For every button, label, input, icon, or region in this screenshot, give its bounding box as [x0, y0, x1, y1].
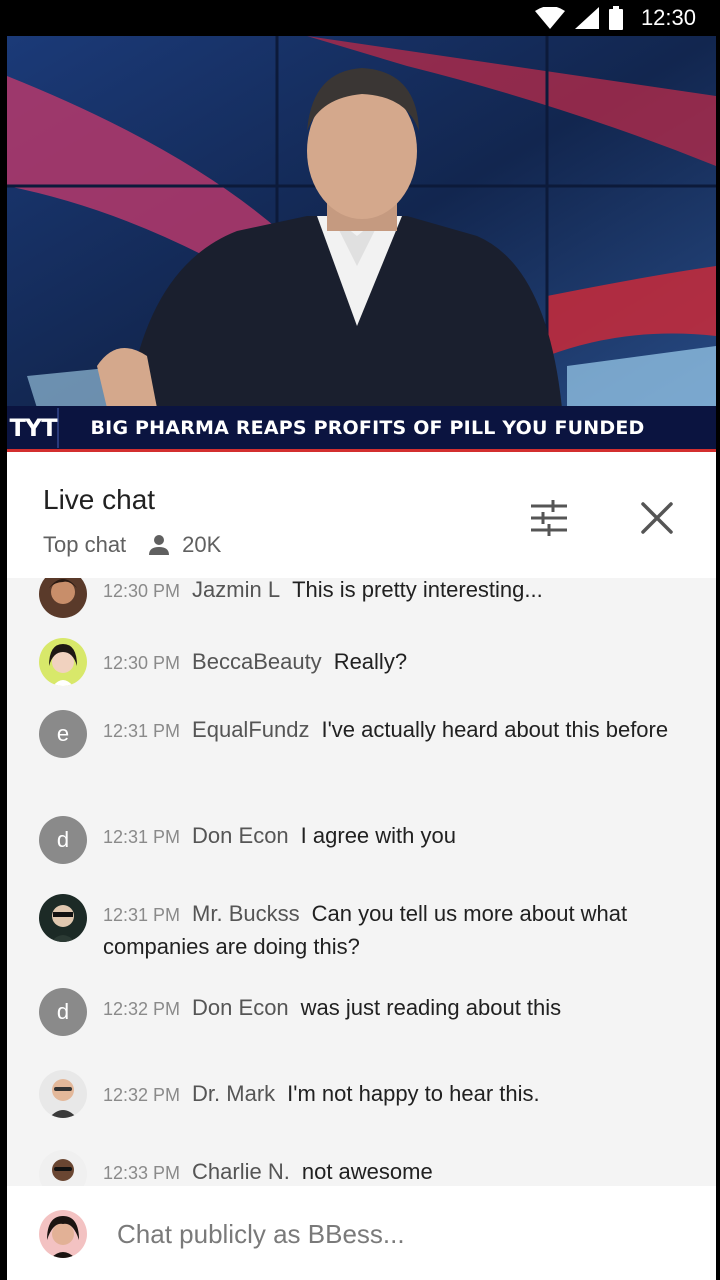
avatar-letter: d — [56, 999, 70, 1024]
chat-mode-selector[interactable]: Top chat 20K — [43, 532, 221, 558]
message-author[interactable]: Dr. Mark — [192, 1081, 275, 1106]
avatar[interactable] — [39, 578, 87, 618]
video-headline: BIG PHARMA REAPS PROFITS OF PILL YOU FUN… — [90, 416, 645, 439]
wifi-icon — [534, 7, 565, 29]
message-text: I've actually heard about this before — [321, 717, 669, 742]
message-author[interactable]: Charlie N. — [192, 1159, 290, 1184]
message-body: 12:32 PM Don Econ was just reading about t… — [103, 992, 693, 1025]
avatar[interactable] — [39, 638, 87, 686]
status-bar: 12:30 — [0, 0, 720, 36]
user-avatar[interactable] — [39, 1210, 87, 1258]
message-time: 12:30 PM — [103, 653, 181, 673]
tune-icon — [531, 500, 567, 536]
message-text: I'm not happy to hear this. — [287, 1081, 540, 1106]
message-body: 12:33 PM Charlie N. not awesome — [103, 1156, 693, 1186]
avatar[interactable] — [39, 894, 87, 942]
message-author[interactable]: Mr. Buckss — [192, 901, 300, 926]
message-body: 12:30 PM BeccaBeauty Really? — [103, 646, 693, 679]
avatar[interactable] — [39, 1150, 87, 1186]
message-author[interactable]: Don Econ — [192, 823, 289, 848]
message-author[interactable]: EqualFundz — [192, 717, 309, 742]
message-text: Can you tell us more about what companie… — [103, 901, 628, 959]
message-time: 12:30 PM — [103, 581, 181, 601]
video-player[interactable]: TYT BIG PHARMA REAPS PROFITS OF PILL YOU… — [7, 36, 716, 452]
message-body: 12:31 PM Don Econ I agree with you — [103, 820, 693, 853]
message-author[interactable]: Jazmin L — [192, 578, 280, 602]
chat-message-list[interactable]: 12:30 PM Jazmin L This is pretty interesti… — [7, 578, 716, 1186]
avatar[interactable] — [39, 1070, 87, 1118]
chat-mode-label: Top chat — [43, 532, 127, 557]
person-icon — [148, 534, 170, 556]
battery-icon — [608, 6, 623, 30]
video-frame — [7, 36, 716, 452]
message-body: 12:31 PM Mr. Buckss Can you tell us more a… — [103, 898, 693, 963]
lower-third-banner: TYT BIG PHARMA REAPS PROFITS OF PILL YOU… — [7, 406, 716, 452]
message-text: Really? — [333, 649, 408, 674]
message-body: 12:32 PM Dr. Mark I'm not happy to hear th… — [103, 1078, 693, 1111]
chat-title: Live chat — [43, 484, 156, 515]
status-icons: 12:30 — [534, 4, 696, 32]
message-time: 12:31 PM — [103, 905, 181, 925]
message-body: 12:31 PM EqualFundz I've actually heard ab… — [103, 714, 693, 747]
message-time: 12:32 PM — [103, 999, 181, 1019]
message-text: not awesome — [301, 1159, 433, 1184]
avatar[interactable]: d — [39, 988, 87, 1036]
signal-icon — [574, 7, 599, 29]
message-body: 12:30 PM Jazmin L This is pretty interesti… — [103, 578, 693, 607]
chat-input[interactable] — [117, 1212, 677, 1256]
chat-header: Live chat Top chat 20K — [7, 452, 716, 578]
message-time: 12:31 PM — [103, 827, 181, 847]
avatar-letter: e — [56, 721, 70, 746]
chat-input-bar — [7, 1186, 716, 1280]
filter-button[interactable] — [529, 498, 569, 538]
message-text: was just reading about this — [300, 995, 562, 1020]
avatar[interactable]: d — [39, 816, 87, 864]
message-text: I agree with you — [300, 823, 456, 848]
close-icon — [641, 502, 673, 534]
close-button[interactable] — [637, 498, 677, 538]
message-author[interactable]: BeccaBeauty — [192, 649, 322, 674]
viewer-count: 20K — [182, 532, 222, 557]
avatar[interactable]: e — [39, 710, 87, 758]
avatar-letter: d — [56, 827, 70, 852]
message-time: 12:32 PM — [103, 1085, 181, 1105]
message-author[interactable]: Don Econ — [192, 995, 289, 1020]
message-time: 12:31 PM — [103, 721, 181, 741]
message-time: 12:33 PM — [103, 1163, 181, 1183]
status-time: 12:30 — [640, 5, 696, 30]
channel-logo: TYT — [9, 407, 59, 448]
message-text: This is pretty interesting... — [292, 578, 543, 602]
